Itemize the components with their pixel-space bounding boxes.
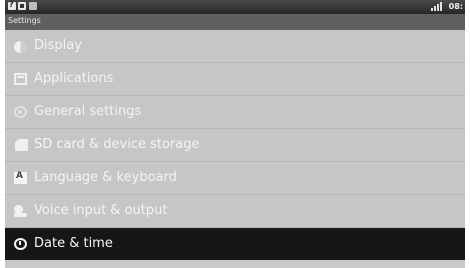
page-title: Settings — [8, 16, 41, 25]
status-bar: 08: — [5, 0, 465, 14]
square-icon — [18, 2, 26, 10]
signal-bars-icon — [431, 2, 443, 11]
settings-item-label: Applications — [34, 71, 114, 86]
settings-list: Display Applications General settings SD… — [5, 30, 465, 260]
settings-item-label: Date & time — [34, 236, 113, 251]
settings-item-label: Display — [34, 38, 82, 53]
display-icon — [14, 41, 27, 53]
sd-card-icon — [15, 139, 28, 151]
settings-item-label: SD card & device storage — [34, 137, 200, 152]
general-settings-icon — [14, 106, 27, 118]
title-bar: Settings — [5, 14, 465, 30]
settings-item-language[interactable]: Language & keyboard — [5, 162, 465, 195]
voice-icon — [14, 205, 27, 217]
settings-item-display[interactable]: Display — [5, 30, 465, 63]
app-icon — [29, 2, 37, 10]
settings-item-label: Voice input & output — [34, 203, 168, 218]
settings-item-voice[interactable]: Voice input & output — [5, 195, 465, 228]
settings-item-label: General settings — [34, 104, 142, 119]
settings-item-general[interactable]: General settings — [5, 96, 465, 129]
settings-screen: 08: Settings Display Applications Genera… — [5, 0, 465, 268]
settings-item-sd-card[interactable]: SD card & device storage — [5, 129, 465, 162]
question-icon — [8, 0, 16, 10]
applications-icon — [14, 73, 27, 85]
settings-item-label: Language & keyboard — [34, 170, 177, 185]
language-icon — [14, 171, 27, 184]
settings-item-applications[interactable]: Applications — [5, 63, 465, 96]
status-clock: 08: — [448, 2, 463, 11]
settings-item-date-time[interactable]: Date & time — [5, 228, 465, 260]
clock-icon — [14, 238, 27, 250]
